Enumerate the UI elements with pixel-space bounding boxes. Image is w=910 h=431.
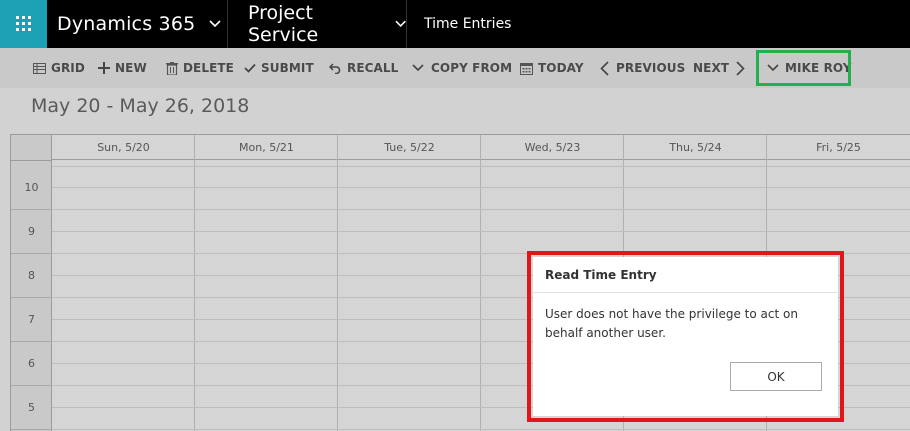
chevron-down-icon <box>209 20 221 28</box>
gutter-line <box>11 429 52 430</box>
slot-line <box>52 187 910 188</box>
chevron-down-icon <box>395 20 406 27</box>
ok-button[interactable]: OK <box>730 362 822 391</box>
trash-icon <box>166 61 178 75</box>
hour-label-10: 10 <box>24 181 39 194</box>
delete-label: DELETE <box>183 61 234 75</box>
new-label: NEW <box>115 61 147 75</box>
hour-line <box>52 429 910 430</box>
area-name: Project Service <box>248 2 319 46</box>
hour-label-8: 8 <box>28 269 35 282</box>
day-header-sun[interactable]: Sun, 5/20 <box>52 135 195 160</box>
gutter-line <box>11 341 52 342</box>
plus-icon <box>98 62 110 74</box>
day-divider <box>337 135 338 431</box>
grid-button[interactable]: GRID <box>33 48 85 88</box>
hour-label-9: 9 <box>28 225 35 238</box>
today-label: TODAY <box>538 61 584 75</box>
submit-label: SUBMIT <box>261 61 314 75</box>
recall-label: RECALL <box>347 61 399 75</box>
gutter-line <box>11 385 52 386</box>
calendar-icon <box>520 62 533 75</box>
submit-button[interactable]: SUBMIT <box>244 48 314 88</box>
grid-label: GRID <box>51 61 85 75</box>
new-button[interactable]: NEW <box>98 48 147 88</box>
next-button[interactable]: NEXT <box>693 48 745 88</box>
day-header-tue[interactable]: Tue, 5/22 <box>338 135 481 160</box>
copy-from-button[interactable]: COPY FROM <box>412 48 512 88</box>
chevron-down-icon <box>412 64 424 72</box>
chevron-left-icon <box>600 60 609 76</box>
gutter-line <box>11 253 52 254</box>
user-selector-highlight <box>756 50 851 86</box>
breadcrumb[interactable]: Time Entries <box>407 0 511 48</box>
day-header-row: Sun, 5/20 Mon, 5/21 Tue, 5/22 Wed, 5/23 … <box>52 135 910 160</box>
top-nav-bar: Dynamics 365 Project Service Time Entrie… <box>0 0 910 48</box>
area-switcher[interactable]: Project Service <box>228 0 407 48</box>
hour-line <box>52 209 910 210</box>
waffle-icon <box>15 16 31 31</box>
app-switcher[interactable]: Dynamics 365 <box>47 0 228 48</box>
undo-icon <box>329 62 341 74</box>
day-divider <box>194 135 195 431</box>
previous-label: PREVIOUS <box>616 61 686 75</box>
dialog-message: User does not have the privilege to act … <box>545 307 798 340</box>
check-icon <box>244 63 256 73</box>
dialog-title: Read Time Entry <box>545 268 657 282</box>
day-header-mon[interactable]: Mon, 5/21 <box>195 135 338 160</box>
recall-button[interactable]: RECALL <box>329 48 398 88</box>
day-header-wed[interactable]: Wed, 5/23 <box>481 135 624 160</box>
day-header-thu[interactable]: Thu, 5/24 <box>624 135 767 160</box>
hour-label-6: 6 <box>28 357 35 370</box>
next-label: NEXT <box>693 61 730 75</box>
app-name: Dynamics 365 <box>57 13 196 35</box>
today-button[interactable]: TODAY <box>520 48 584 88</box>
day-header-fri[interactable]: Fri, 5/25 <box>767 135 910 160</box>
hour-label-7: 7 <box>28 313 35 326</box>
day-divider <box>480 135 481 431</box>
hour-label-5: 5 <box>28 401 35 414</box>
gutter-line <box>11 209 52 210</box>
grid-icon <box>33 62 46 74</box>
slot-line <box>52 231 910 232</box>
gutter-line <box>11 297 52 298</box>
hour-gutter <box>11 135 52 431</box>
previous-button[interactable]: PREVIOUS <box>600 48 685 88</box>
copy-from-label: COPY FROM <box>431 61 513 75</box>
app-launcher-button[interactable] <box>0 0 47 48</box>
dialog-divider <box>533 292 838 293</box>
slot-line <box>52 166 910 167</box>
gutter-header-divider <box>11 160 52 161</box>
date-range-title: May 20 - May 26, 2018 <box>31 95 250 117</box>
read-time-entry-dialog: Read Time Entry User does not have the p… <box>533 257 838 416</box>
chevron-right-icon <box>736 60 745 76</box>
delete-button[interactable]: DELETE <box>166 48 234 88</box>
breadcrumb-time-entries: Time Entries <box>424 16 512 32</box>
